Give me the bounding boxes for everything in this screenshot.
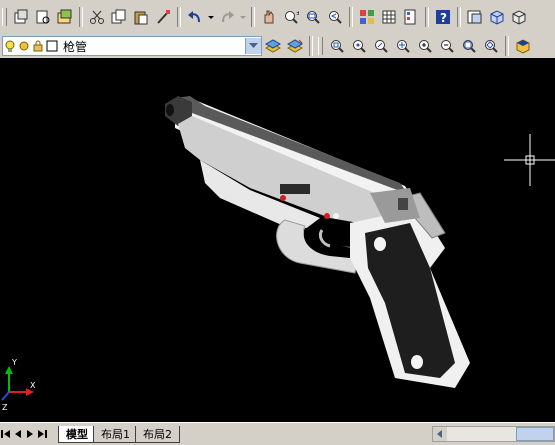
ucs-z-label: Z <box>2 403 8 412</box>
zoom-realtime-icon[interactable]: ± <box>281 6 301 28</box>
svg-text:?: ? <box>440 11 447 25</box>
sun-icon <box>18 40 30 52</box>
zoom-scale-icon[interactable] <box>371 35 391 57</box>
layers-toolbar: 枪管 <box>0 34 555 59</box>
tab-layout2[interactable]: 布局2 <box>135 425 180 443</box>
copy-to-clipboard-icon[interactable] <box>11 6 31 28</box>
zoom-previous-icon[interactable] <box>325 6 345 28</box>
toolbar-separator <box>251 7 255 27</box>
horizontal-scrollbar[interactable] <box>432 426 555 442</box>
toolbar-separator <box>309 36 313 56</box>
prev-tab-icon[interactable] <box>12 427 24 441</box>
layer-previous-icon[interactable] <box>285 35 305 57</box>
pistol-3d-model: Y X Z <box>1 96 555 412</box>
redo-dropdown-icon <box>239 6 247 28</box>
pan-realtime-icon[interactable] <box>259 6 279 28</box>
tool-palettes-icon[interactable] <box>401 6 421 28</box>
zoom-out-icon[interactable] <box>437 35 457 57</box>
zoom-window-icon[interactable] <box>303 6 323 28</box>
model-space-canvas[interactable]: Y X Z <box>0 58 555 422</box>
layer-combo[interactable]: 枪管 <box>2 36 262 56</box>
pistol-barrel-bore <box>166 104 174 116</box>
redo-icon <box>217 6 237 28</box>
undo-dropdown-icon[interactable] <box>207 6 215 28</box>
svg-text:±: ± <box>296 10 299 17</box>
paste-icon[interactable] <box>131 6 151 28</box>
help-icon[interactable]: ? <box>433 6 453 28</box>
ucs-x-label: X <box>30 381 36 390</box>
last-tab-icon[interactable] <box>36 427 48 441</box>
lock-icon <box>32 40 44 52</box>
toolbar-grip[interactable] <box>2 8 7 26</box>
toolbar-separator <box>79 7 83 27</box>
undo-icon[interactable] <box>185 6 205 28</box>
plot-preview-icon[interactable] <box>33 6 53 28</box>
ucs-axis-icon: Y X Z <box>1 358 36 412</box>
standard-toolbar: ± ? <box>0 0 555 35</box>
3d-orbit-icon[interactable] <box>487 6 507 28</box>
pistol-indicator-dot <box>324 213 330 219</box>
chevron-down-icon[interactable] <box>245 38 261 54</box>
toolbar-separator <box>457 7 461 27</box>
named-views-icon[interactable] <box>465 6 485 28</box>
tab-model[interactable]: 模型 <box>58 425 96 443</box>
layout-tab-bar: 模型 布局1 布局2 <box>0 422 555 445</box>
scroll-left-icon[interactable] <box>433 427 447 441</box>
pistol-grip-screw-bottom <box>411 355 423 369</box>
bulb-icon <box>4 40 16 52</box>
pistol-rear-sight <box>398 198 408 210</box>
match-properties-icon[interactable] <box>153 6 173 28</box>
layer-name: 枪管 <box>63 39 88 54</box>
toolbar-separator <box>177 7 181 27</box>
toolbar-separator <box>425 7 429 27</box>
zoom-center-icon[interactable] <box>393 35 413 57</box>
design-center-icon[interactable] <box>379 6 399 28</box>
make-layer-current-icon[interactable] <box>263 35 283 57</box>
toolbar-grip[interactable] <box>318 37 323 55</box>
zoom-window-icon[interactable] <box>327 35 347 57</box>
publish-icon[interactable] <box>55 6 75 28</box>
ucs-y-label: Y <box>11 358 17 367</box>
color-swatch-icon <box>46 40 58 52</box>
pistol-grip-screw-top <box>374 237 386 251</box>
ucs-icon[interactable] <box>509 6 529 28</box>
toolbar-separator <box>349 7 353 27</box>
toolbar-separator <box>505 36 509 56</box>
copy-icon[interactable] <box>109 6 129 28</box>
3d-view-icon[interactable] <box>513 35 533 57</box>
pistol-slide-stop <box>280 184 310 194</box>
zoom-extents-icon[interactable] <box>481 35 501 57</box>
cut-icon[interactable] <box>87 6 107 28</box>
tab-layout1[interactable]: 布局1 <box>93 425 138 443</box>
crosshair-cursor <box>504 134 555 186</box>
properties-icon[interactable] <box>357 6 377 28</box>
pistol-indicator-dot <box>280 195 286 201</box>
first-tab-icon[interactable] <box>0 427 12 441</box>
next-tab-icon[interactable] <box>24 427 36 441</box>
zoom-in-icon[interactable] <box>415 35 435 57</box>
zoom-all-icon[interactable] <box>459 35 479 57</box>
pistol-pin <box>333 213 339 219</box>
zoom-dynamic-icon[interactable] <box>349 35 369 57</box>
scrollbar-thumb[interactable] <box>516 427 554 441</box>
